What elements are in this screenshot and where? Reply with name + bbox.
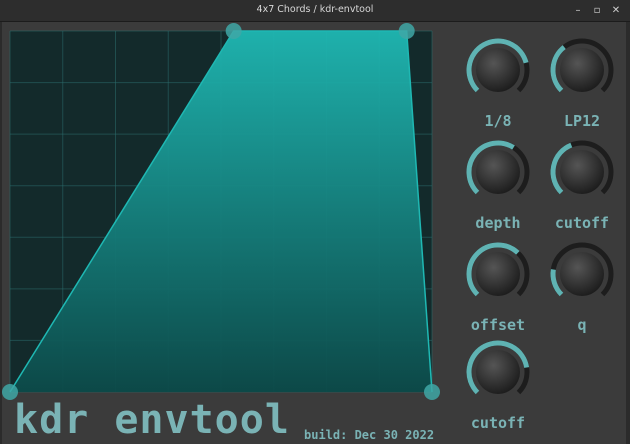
cutoff-2-knob[interactable] bbox=[464, 338, 532, 406]
knob-label-depth: depth bbox=[475, 214, 521, 232]
q-knob[interactable] bbox=[548, 240, 616, 308]
knob-depth[interactable]: depth bbox=[458, 138, 538, 238]
knob-cap bbox=[560, 48, 604, 92]
plugin-panel: kdr envtool build: Dec 30 2022 1/8 LP12 … bbox=[2, 22, 626, 444]
knob-label-q: q bbox=[577, 316, 587, 334]
knob-cutoff-2[interactable]: cutoff bbox=[458, 338, 538, 438]
window-title: 4x7 Chords / kdr-envtool bbox=[256, 4, 374, 15]
maximize-button[interactable]: ▫ bbox=[589, 3, 605, 19]
minimize-button[interactable]: – bbox=[570, 3, 586, 19]
knob-label-rate: 1/8 bbox=[484, 112, 512, 130]
window-titlebar: 4x7 Chords / kdr-envtool – ▫ ✕ bbox=[0, 0, 630, 22]
envelope-node-1[interactable] bbox=[225, 23, 242, 39]
knob-label-cutoff-2: cutoff bbox=[470, 414, 526, 432]
envelope-canvas[interactable] bbox=[2, 22, 442, 402]
offset-knob[interactable] bbox=[464, 240, 532, 308]
knob-offset[interactable]: offset bbox=[458, 240, 538, 340]
knob-rate[interactable]: 1/8 bbox=[458, 36, 538, 136]
envelope-node-3[interactable] bbox=[424, 384, 440, 400]
plugin-brand: kdr envtool bbox=[14, 397, 290, 443]
knob-label-cutoff-1: cutoff bbox=[554, 214, 610, 232]
knob-filter-type[interactable]: LP12 bbox=[542, 36, 622, 136]
knob-cap bbox=[560, 252, 604, 296]
knob-q[interactable]: q bbox=[542, 240, 622, 340]
knob-label-filter-type: LP12 bbox=[563, 112, 601, 130]
build-info: build: Dec 30 2022 bbox=[304, 428, 435, 442]
knob-cap bbox=[476, 252, 520, 296]
knob-cap bbox=[476, 150, 520, 194]
knob-cap bbox=[560, 150, 604, 194]
knob-label-offset: offset bbox=[470, 316, 526, 334]
envelope-editor[interactable] bbox=[2, 22, 442, 402]
depth-knob[interactable] bbox=[464, 138, 532, 206]
knob-cap bbox=[476, 350, 520, 394]
rate-knob[interactable] bbox=[464, 36, 532, 104]
knob-cap bbox=[476, 48, 520, 92]
cutoff-knob[interactable] bbox=[548, 138, 616, 206]
envelope-node-2[interactable] bbox=[398, 23, 415, 39]
close-button[interactable]: ✕ bbox=[608, 3, 624, 19]
filter-type-knob[interactable] bbox=[548, 36, 616, 104]
knob-cutoff-1[interactable]: cutoff bbox=[542, 138, 622, 238]
